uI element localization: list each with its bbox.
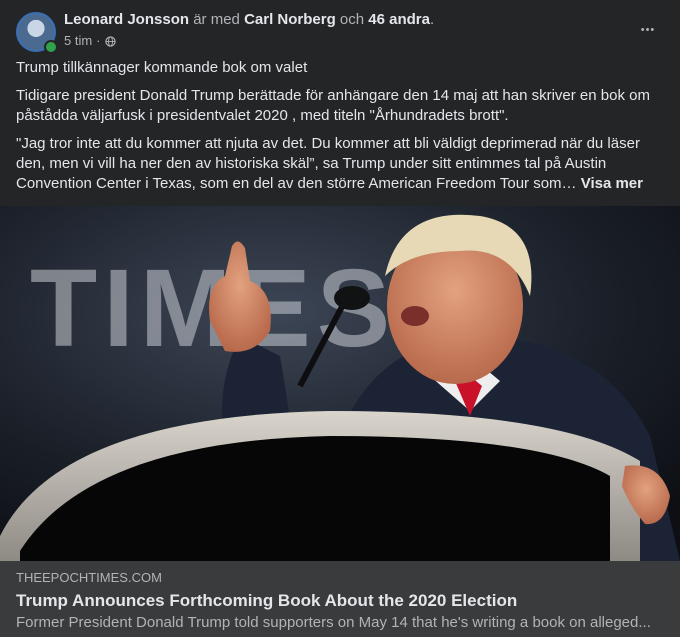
photo-illustration: TIMES O <box>0 206 680 561</box>
see-more-link[interactable]: Visa mer <box>581 175 643 192</box>
link-title[interactable]: Trump Announces Forthcoming Book About t… <box>16 590 517 612</box>
post-paragraph-1: Tidigare president Donald Trump berättad… <box>16 87 650 124</box>
post-header: Leonard Jonsson är med Carl Norberg och … <box>0 0 680 56</box>
link-preview-card[interactable]: THEEPOCHTIMES.COM Trump Announces Forthc… <box>0 561 680 637</box>
tagged-others[interactable]: 46 andra <box>368 11 430 28</box>
globe-icon[interactable] <box>104 35 116 47</box>
and-text: och <box>339 11 365 28</box>
post-headline: Trump tillkännager kommande bok om valet <box>16 59 308 76</box>
period: . <box>429 11 435 28</box>
with-text: är med <box>193 11 240 28</box>
meta-separator: · <box>96 33 101 48</box>
post-paragraph-2: "Jag tror inte att du kommer att njuta a… <box>16 134 664 194</box>
author-line: Leonard Jonsson är med Carl Norberg och … <box>64 10 434 30</box>
post-paragraph-2-text: "Jag tror inte att du kommer att njuta a… <box>16 135 640 192</box>
more-dots-icon: ••• <box>640 24 656 36</box>
post-meta: 5 tim · <box>64 33 116 49</box>
post-text: Trump tillkännager kommande bok om valet… <box>16 58 664 202</box>
more-options-button[interactable]: ••• <box>634 16 662 44</box>
author-name[interactable]: Leonard Jonsson <box>64 11 189 28</box>
link-domain: THEEPOCHTIMES.COM <box>16 570 162 585</box>
post-time[interactable]: 5 tim <box>64 33 92 49</box>
link-description: Former President Donald Trump told suppo… <box>16 614 651 631</box>
tagged-friend[interactable]: Carl Norberg <box>244 11 336 28</box>
online-status-dot <box>44 40 58 54</box>
post-photo[interactable]: TIMES O <box>0 206 680 561</box>
